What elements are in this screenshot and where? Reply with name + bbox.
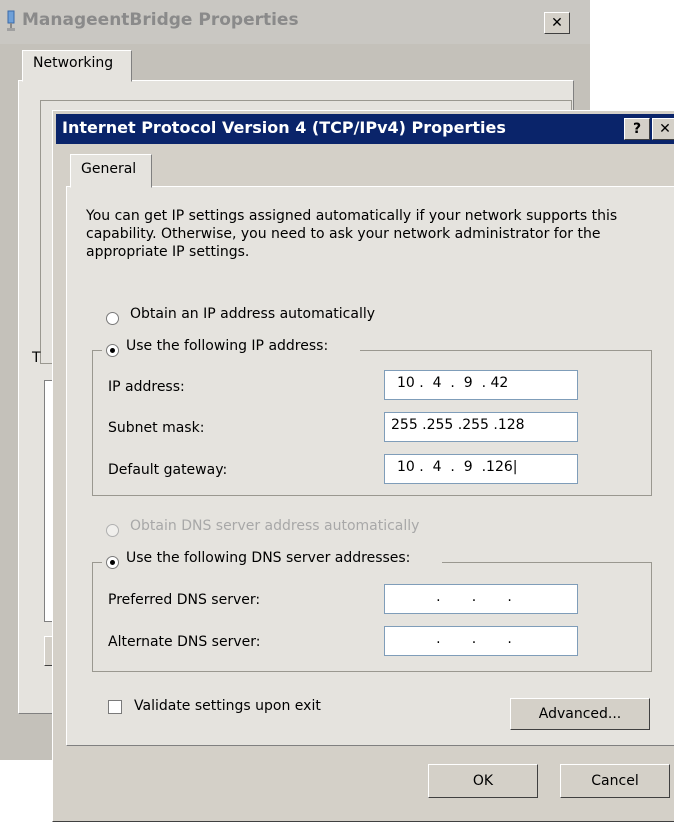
default-gateway-field[interactable]: 10 . 4 . 9 .126| xyxy=(384,454,578,484)
ok-button[interactable]: OK xyxy=(428,764,538,798)
subnet-mask-label: Subnet mask: xyxy=(108,420,205,436)
use-following-ip-radio[interactable] xyxy=(106,344,119,357)
cancel-button[interactable]: Cancel xyxy=(560,764,670,798)
validate-checkbox[interactable] xyxy=(108,700,122,714)
advanced-button[interactable]: Advanced... xyxy=(510,698,650,730)
alternate-dns-label: Alternate DNS server: xyxy=(108,634,261,650)
dialog-title: Internet Protocol Version 4 (TCP/IPv4) P… xyxy=(62,118,506,137)
preferred-dns-field[interactable]: . . . xyxy=(384,584,578,614)
background-window-title: ManageentBridge Properties xyxy=(22,10,299,30)
use-following-ip-label[interactable]: Use the following IP address: xyxy=(126,338,328,354)
ip-address-label: IP address: xyxy=(108,379,185,395)
help-icon: ? xyxy=(632,121,642,137)
close-button[interactable]: ✕ xyxy=(652,118,674,140)
help-button[interactable]: ? xyxy=(624,118,650,140)
obtain-ip-auto-label[interactable]: Obtain an IP address automatically xyxy=(130,306,375,322)
obtain-dns-auto-radio[interactable] xyxy=(106,524,119,537)
validate-label[interactable]: Validate settings upon exit xyxy=(134,698,321,714)
use-following-dns-label[interactable]: Use the following DNS server addresses: xyxy=(126,550,410,566)
default-gateway-label: Default gateway: xyxy=(108,462,228,478)
alternate-dns-field[interactable]: . . . xyxy=(384,626,578,656)
background-close-button[interactable]: ✕ xyxy=(544,12,570,34)
network-bridge-icon xyxy=(7,10,15,31)
preferred-dns-label: Preferred DNS server: xyxy=(108,592,261,608)
tab-general[interactable]: General xyxy=(70,154,152,188)
ip-address-field[interactable]: 10 . 4 . 9 . 42 xyxy=(384,370,578,400)
tab-networking[interactable]: Networking xyxy=(22,50,132,82)
background-partial-label: T xyxy=(32,350,41,366)
close-icon: ✕ xyxy=(551,15,563,31)
intro-text: You can get IP settings assigned automat… xyxy=(86,208,618,260)
obtain-dns-auto-label[interactable]: Obtain DNS server address automatically xyxy=(130,518,419,534)
obtain-ip-auto-radio[interactable] xyxy=(106,312,119,325)
close-icon: ✕ xyxy=(659,121,671,137)
use-following-dns-radio[interactable] xyxy=(106,556,119,569)
subnet-mask-field[interactable]: 255 .255 .255 .128 xyxy=(384,412,578,442)
